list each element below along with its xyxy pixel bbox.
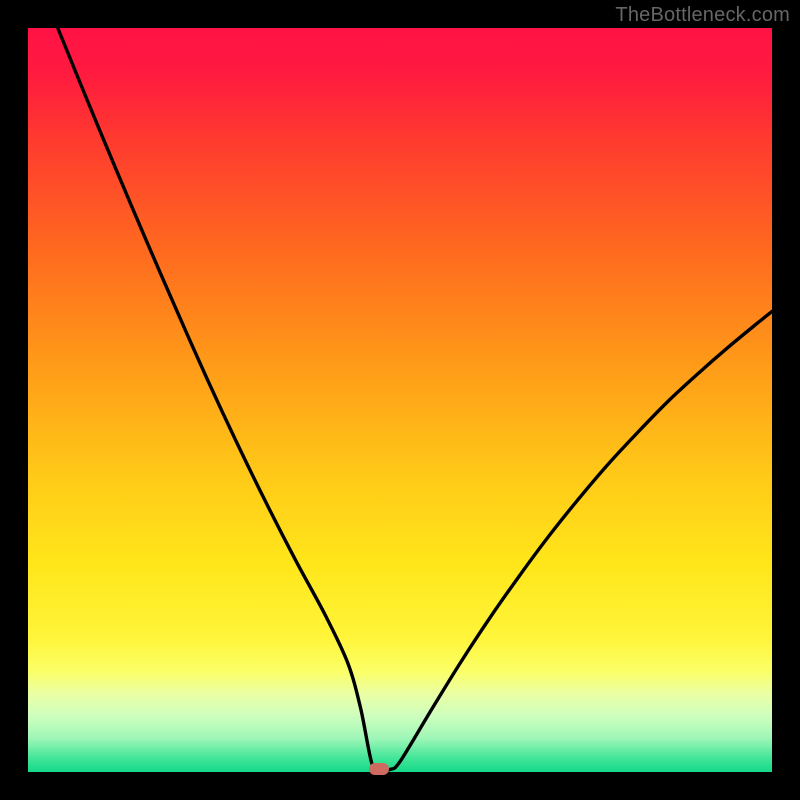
plot-svg: [28, 28, 772, 772]
background-gradient: [28, 28, 772, 772]
chart-frame: TheBottleneck.com: [0, 0, 800, 800]
sweet-spot-marker: [369, 763, 389, 775]
plot-area: [28, 28, 772, 772]
watermark-text: TheBottleneck.com: [615, 4, 790, 27]
